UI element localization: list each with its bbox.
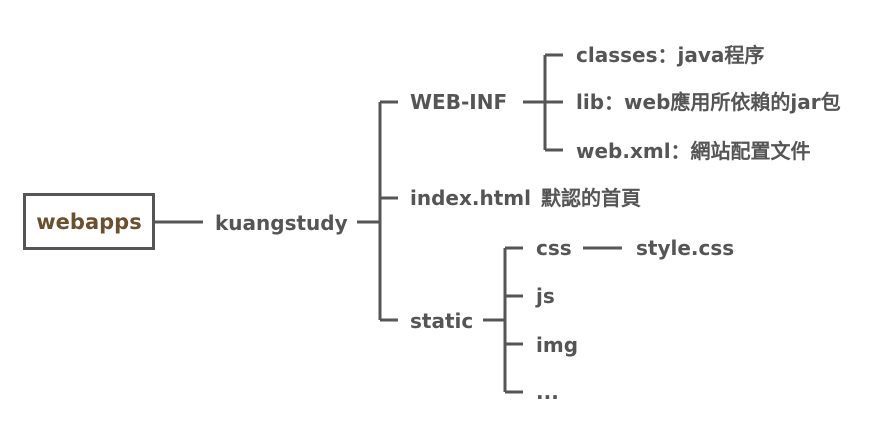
project-node-label: kuangstudy — [215, 211, 348, 235]
root-node-box: webapps — [23, 193, 155, 250]
js-node-label: js — [536, 284, 555, 308]
img-node-label: img — [536, 333, 579, 357]
web-xml-node-label: web.xml：網站配置文件 — [576, 139, 811, 163]
classes-node-label: classes：java程序 — [576, 43, 765, 67]
static-node-label: static — [410, 309, 474, 333]
index-node-description: 默認的首頁 — [541, 186, 641, 210]
lib-node-label: lib：web應用所依賴的jar包 — [576, 90, 841, 114]
style-css-node-label: style.css — [636, 236, 735, 260]
web-inf-node-label: WEB-INF — [410, 90, 508, 114]
css-node-label: css — [536, 236, 572, 260]
directory-tree-diagram: webapps kuangstudy WEB-INF classes：java程… — [0, 0, 884, 433]
index-node-label: index.html — [410, 186, 531, 210]
ellipsis-node-label: ... — [536, 380, 559, 404]
root-node-label: webapps — [36, 209, 142, 234]
